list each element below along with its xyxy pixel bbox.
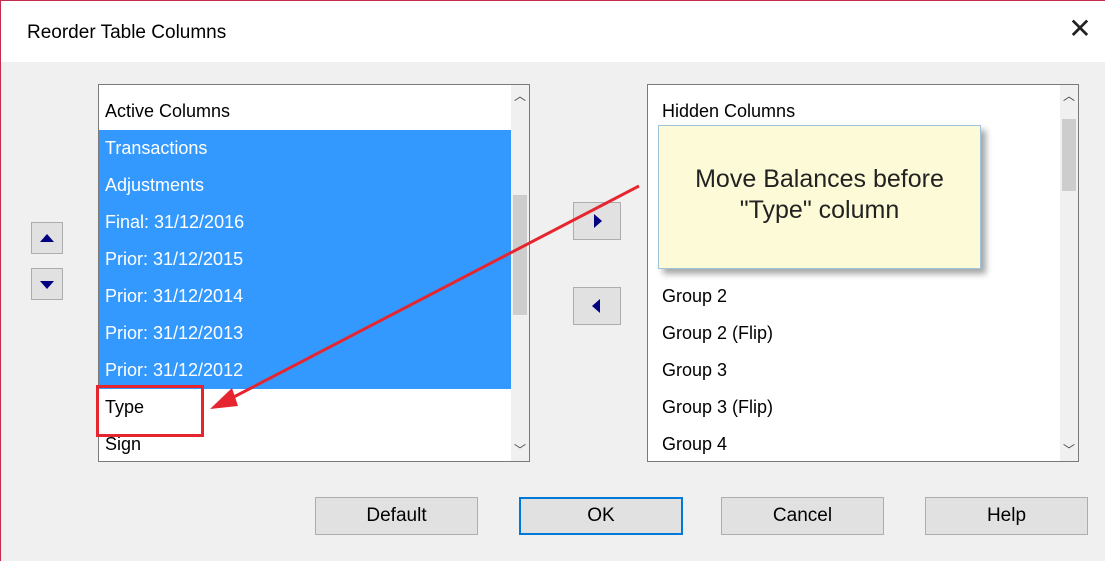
hidden-column-item[interactable]: Group 3 — [648, 352, 1060, 389]
type-highlight-box — [96, 385, 204, 437]
ok-button[interactable]: OK — [519, 497, 683, 535]
active-column-item[interactable]: Final: 31/12/2016 — [99, 204, 511, 241]
scroll-up-icon[interactable]: ︿ — [511, 87, 529, 105]
active-column-item[interactable]: Prior: 31/12/2014 — [99, 278, 511, 315]
default-button[interactable]: Default — [315, 497, 478, 535]
dialog-title: Reorder Table Columns — [27, 22, 227, 43]
hidden-column-item[interactable]: Group 4 — [648, 426, 1060, 461]
move-to-active-button[interactable] — [573, 287, 621, 325]
scroll-down-icon[interactable]: ﹀ — [511, 441, 529, 459]
annotation-line-2: "Type" column — [739, 196, 900, 224]
active-column-item[interactable]: Prior: 31/12/2015 — [99, 241, 511, 278]
hidden-column-item[interactable]: Group 3 (Flip) — [648, 389, 1060, 426]
scroll-up-icon[interactable]: ︿ — [1060, 87, 1078, 105]
active-column-item[interactable]: Prior: 31/12/2012 — [99, 352, 511, 389]
hidden-column-item[interactable]: Group 2 (Flip) — [648, 315, 1060, 352]
active-column-item[interactable]: Prior: 31/12/2013 — [99, 315, 511, 352]
reorder-columns-dialog: Reorder Table Columns ✕ Active Columns T… — [0, 0, 1105, 561]
annotation-line-1: Move Balances before — [695, 165, 944, 193]
move-to-hidden-button[interactable] — [573, 202, 621, 240]
active-column-item[interactable]: Adjustments — [99, 167, 511, 204]
triangle-up-icon — [40, 234, 54, 242]
active-columns-header: Active Columns — [105, 101, 231, 121]
active-columns-scrollbar[interactable]: ︿ ﹀ — [511, 85, 529, 461]
close-icon[interactable]: ✕ — [1066, 14, 1094, 44]
scroll-thumb[interactable] — [513, 195, 527, 315]
help-button[interactable]: Help — [925, 497, 1088, 535]
move-up-button[interactable] — [31, 222, 63, 254]
annotation-note: Move Balances before "Type" column — [658, 125, 981, 269]
triangle-right-icon — [594, 214, 602, 228]
cancel-button[interactable]: Cancel — [721, 497, 884, 535]
triangle-left-icon — [592, 299, 600, 313]
active-column-item[interactable]: Transactions — [99, 130, 511, 167]
scroll-thumb[interactable] — [1062, 119, 1076, 191]
window-border-top — [0, 0, 1105, 1]
scroll-down-icon[interactable]: ﹀ — [1060, 441, 1078, 459]
move-down-button[interactable] — [31, 268, 63, 300]
hidden-columns-scrollbar[interactable]: ︿ ﹀ — [1060, 85, 1078, 461]
triangle-down-icon — [40, 281, 54, 289]
hidden-column-item[interactable]: Group 2 — [648, 278, 1060, 315]
